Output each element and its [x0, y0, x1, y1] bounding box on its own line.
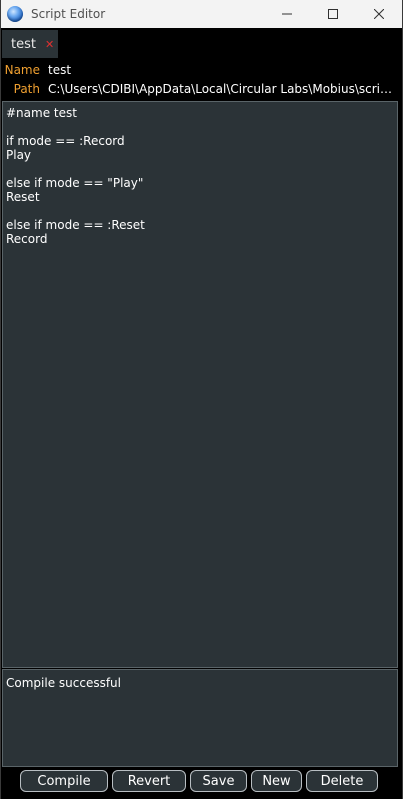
tab-label: test — [11, 36, 36, 52]
path-row: Path C:\Users\CDIBI\AppData\Local\Circul… — [1, 80, 398, 98]
compile-button[interactable]: Compile — [20, 770, 108, 792]
code-line: Reset — [6, 190, 40, 204]
code-line: if mode == :Record — [6, 134, 125, 148]
script-text-editor[interactable]: #name test if mode == :Record Play else … — [2, 101, 398, 668]
code-line: Record — [6, 232, 48, 246]
window-title: Script Editor — [31, 7, 106, 21]
window-controls — [264, 0, 402, 28]
code-line: else if mode == "Play" — [6, 176, 144, 190]
tab-bar: test ✕ — [1, 30, 402, 58]
code-line: else if mode == :Reset — [6, 218, 145, 232]
tab-close-icon[interactable]: ✕ — [45, 38, 54, 51]
script-editor-window: Script Editor test ✕ Name test Path C:\U… — [0, 0, 403, 799]
path-value: C:\Users\CDIBI\AppData\Local\Circular La… — [48, 82, 398, 96]
path-label: Path — [13, 82, 40, 96]
revert-button[interactable]: Revert — [112, 770, 186, 792]
new-button[interactable]: New — [251, 770, 302, 792]
maximize-icon — [328, 9, 338, 19]
app-icon — [7, 6, 23, 22]
minimize-icon — [282, 13, 292, 15]
name-row: Name test — [1, 61, 398, 79]
code-line: #name test — [6, 106, 77, 120]
close-icon — [374, 9, 384, 19]
title-bar[interactable]: Script Editor — [1, 0, 402, 28]
log-message: Compile successful — [6, 676, 121, 690]
save-button[interactable]: Save — [190, 770, 247, 792]
compile-log[interactable]: Compile successful — [2, 669, 398, 767]
name-value: test — [48, 63, 72, 77]
button-bar: Compile Revert Save New Delete — [1, 768, 402, 799]
tab-test[interactable]: test ✕ — [2, 30, 58, 58]
delete-button[interactable]: Delete — [306, 770, 378, 792]
code-line: Play — [6, 148, 32, 162]
minimize-button[interactable] — [264, 0, 310, 28]
name-label: Name — [4, 63, 40, 77]
maximize-button[interactable] — [310, 0, 356, 28]
script-info: Name test Path C:\Users\CDIBI\AppData\Lo… — [1, 60, 402, 100]
close-button[interactable] — [356, 0, 402, 28]
